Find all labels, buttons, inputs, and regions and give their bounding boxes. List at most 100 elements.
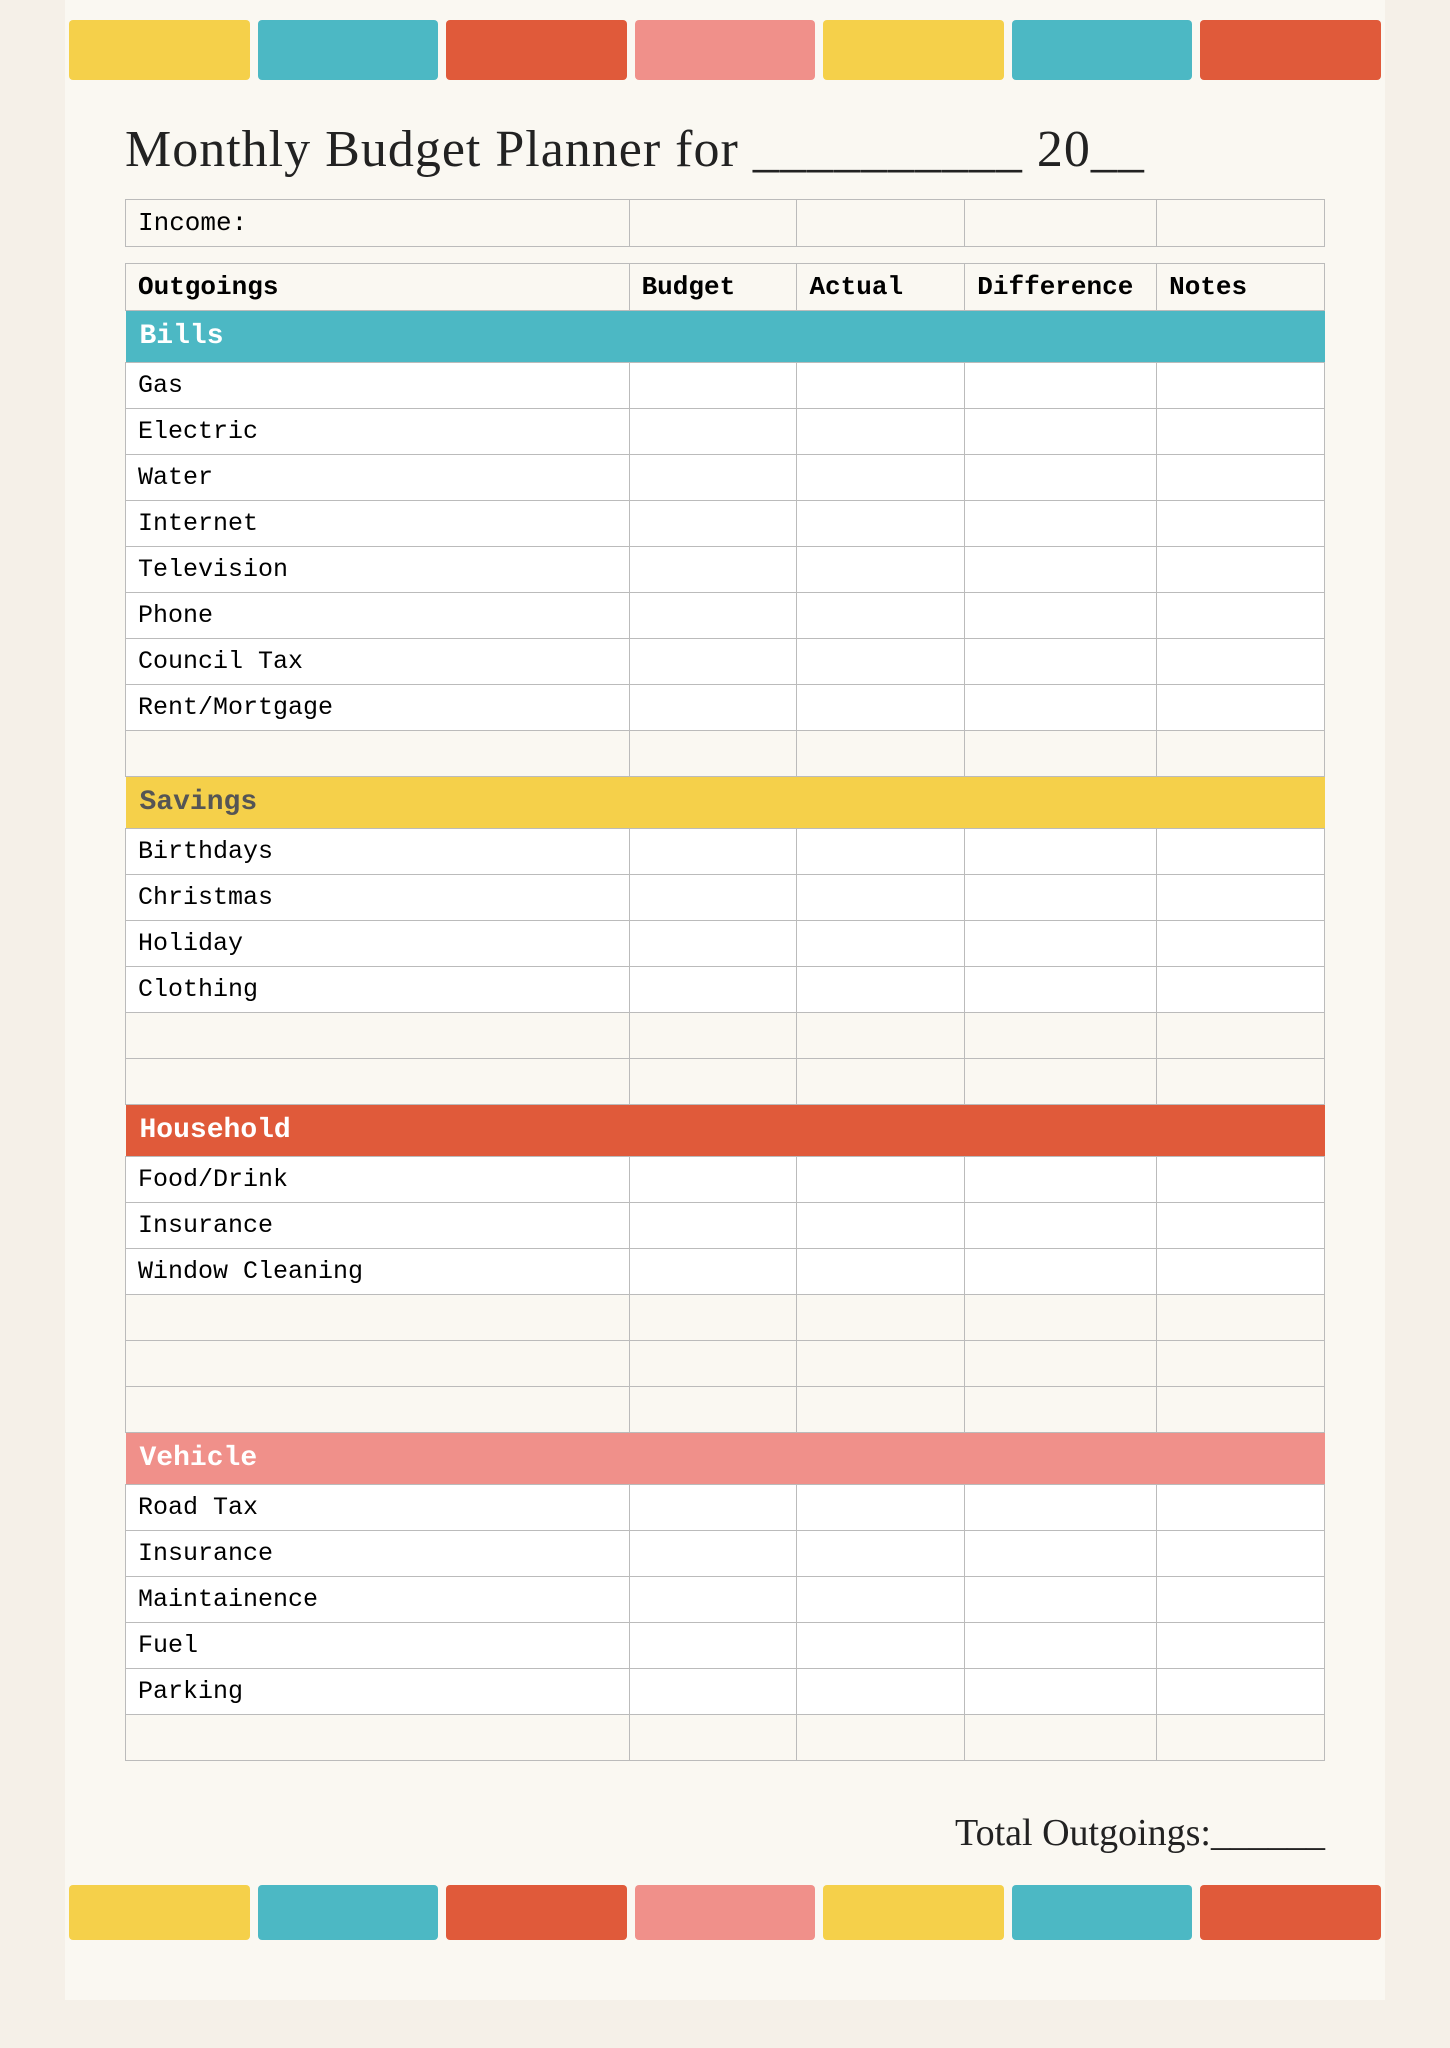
notes-water[interactable] — [1157, 455, 1325, 501]
budget-vehicle-insurance[interactable] — [629, 1531, 797, 1577]
income-actual-cell[interactable] — [797, 200, 965, 247]
actual-holiday[interactable] — [797, 921, 965, 967]
notes-window-cleaning[interactable] — [1157, 1249, 1325, 1295]
row-internet: Internet — [126, 501, 1325, 547]
row-birthdays: Birthdays — [126, 829, 1325, 875]
actual-phone[interactable] — [797, 593, 965, 639]
income-diff-cell[interactable] — [965, 200, 1157, 247]
empty-household-2 — [126, 1341, 1325, 1387]
budget-water[interactable] — [629, 455, 797, 501]
diff-road-tax[interactable] — [965, 1485, 1157, 1531]
budget-internet[interactable] — [629, 501, 797, 547]
bottom-color-bar-red — [446, 1885, 627, 1940]
budget-clothing[interactable] — [629, 967, 797, 1013]
actual-food-drink[interactable] — [797, 1157, 965, 1203]
budget-road-tax[interactable] — [629, 1485, 797, 1531]
notes-fuel[interactable] — [1157, 1623, 1325, 1669]
actual-water[interactable] — [797, 455, 965, 501]
diff-gas[interactable] — [965, 363, 1157, 409]
actual-maintainence[interactable] — [797, 1577, 965, 1623]
budget-window-cleaning[interactable] — [629, 1249, 797, 1295]
diff-christmas[interactable] — [965, 875, 1157, 921]
notes-gas[interactable] — [1157, 363, 1325, 409]
diff-council-tax[interactable] — [965, 639, 1157, 685]
notes-phone[interactable] — [1157, 593, 1325, 639]
notes-road-tax[interactable] — [1157, 1485, 1325, 1531]
diff-rent-mortgage[interactable] — [965, 685, 1157, 731]
budget-fuel[interactable] — [629, 1623, 797, 1669]
notes-food-drink[interactable] — [1157, 1157, 1325, 1203]
label-household-insurance: Insurance — [126, 1203, 630, 1249]
actual-household-insurance[interactable] — [797, 1203, 965, 1249]
budget-rent-mortgage[interactable] — [629, 685, 797, 731]
diff-maintainence[interactable] — [965, 1577, 1157, 1623]
budget-gas[interactable] — [629, 363, 797, 409]
actual-window-cleaning[interactable] — [797, 1249, 965, 1295]
budget-phone[interactable] — [629, 593, 797, 639]
income-budget-cell[interactable] — [629, 200, 797, 247]
notes-electric[interactable] — [1157, 409, 1325, 455]
diff-food-drink[interactable] — [965, 1157, 1157, 1203]
actual-vehicle-insurance[interactable] — [797, 1531, 965, 1577]
actual-rent-mortgage[interactable] — [797, 685, 965, 731]
page: Monthly Budget Planner for __________ 20… — [65, 0, 1385, 2000]
notes-clothing[interactable] — [1157, 967, 1325, 1013]
income-notes-cell[interactable] — [1157, 200, 1325, 247]
actual-christmas[interactable] — [797, 875, 965, 921]
actual-electric[interactable] — [797, 409, 965, 455]
diff-internet[interactable] — [965, 501, 1157, 547]
actual-council-tax[interactable] — [797, 639, 965, 685]
diff-household-insurance[interactable] — [965, 1203, 1157, 1249]
notes-rent-mortgage[interactable] — [1157, 685, 1325, 731]
diff-vehicle-insurance[interactable] — [965, 1531, 1157, 1577]
diff-window-cleaning[interactable] — [965, 1249, 1157, 1295]
actual-birthdays[interactable] — [797, 829, 965, 875]
diff-electric[interactable] — [965, 409, 1157, 455]
notes-internet[interactable] — [1157, 501, 1325, 547]
actual-clothing[interactable] — [797, 967, 965, 1013]
notes-christmas[interactable] — [1157, 875, 1325, 921]
label-vehicle-insurance: Insurance — [126, 1531, 630, 1577]
budget-council-tax[interactable] — [629, 639, 797, 685]
notes-vehicle-insurance[interactable] — [1157, 1531, 1325, 1577]
budget-parking[interactable] — [629, 1669, 797, 1715]
notes-parking[interactable] — [1157, 1669, 1325, 1715]
empty-savings-1 — [126, 1013, 1325, 1059]
diff-clothing[interactable] — [965, 967, 1157, 1013]
top-color-bar — [65, 20, 1385, 80]
category-savings-label: Savings — [126, 777, 1325, 829]
diff-phone[interactable] — [965, 593, 1157, 639]
label-television: Television — [126, 547, 630, 593]
diff-holiday[interactable] — [965, 921, 1157, 967]
actual-parking[interactable] — [797, 1669, 965, 1715]
actual-fuel[interactable] — [797, 1623, 965, 1669]
row-road-tax: Road Tax — [126, 1485, 1325, 1531]
notes-council-tax[interactable] — [1157, 639, 1325, 685]
actual-gas[interactable] — [797, 363, 965, 409]
notes-birthdays[interactable] — [1157, 829, 1325, 875]
notes-holiday[interactable] — [1157, 921, 1325, 967]
bottom-color-bar-pink — [635, 1885, 816, 1940]
empty-household-3 — [126, 1387, 1325, 1433]
color-bar-red2 — [1200, 20, 1381, 80]
diff-fuel[interactable] — [965, 1623, 1157, 1669]
budget-household-insurance[interactable] — [629, 1203, 797, 1249]
budget-electric[interactable] — [629, 409, 797, 455]
budget-holiday[interactable] — [629, 921, 797, 967]
diff-television[interactable] — [965, 547, 1157, 593]
budget-television[interactable] — [629, 547, 797, 593]
budget-maintainence[interactable] — [629, 1577, 797, 1623]
actual-television[interactable] — [797, 547, 965, 593]
actual-internet[interactable] — [797, 501, 965, 547]
diff-birthdays[interactable] — [965, 829, 1157, 875]
budget-food-drink[interactable] — [629, 1157, 797, 1203]
notes-maintainence[interactable] — [1157, 1577, 1325, 1623]
budget-birthdays[interactable] — [629, 829, 797, 875]
budget-christmas[interactable] — [629, 875, 797, 921]
category-household: Household — [126, 1105, 1325, 1157]
diff-parking[interactable] — [965, 1669, 1157, 1715]
notes-household-insurance[interactable] — [1157, 1203, 1325, 1249]
actual-road-tax[interactable] — [797, 1485, 965, 1531]
notes-television[interactable] — [1157, 547, 1325, 593]
diff-water[interactable] — [965, 455, 1157, 501]
